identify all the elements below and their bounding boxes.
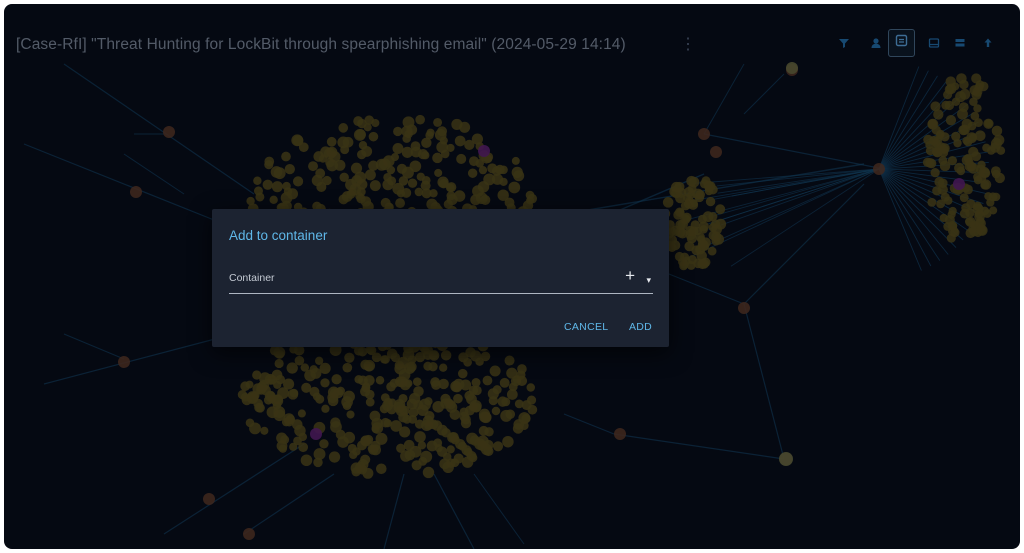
container-select-field[interactable]: Container + ▾ [229,266,653,294]
app-window: [Case-RfI] "Threat Hunting for LockBit t… [4,4,1020,549]
cancel-button[interactable]: CANCEL [564,321,608,333]
add-container-icon[interactable]: + [625,265,635,287]
dialog-title: Add to container [229,228,328,243]
container-field-label: Container [229,272,275,284]
chevron-down-icon[interactable]: ▾ [646,269,651,291]
add-button[interactable]: ADD [629,321,652,333]
add-to-container-dialog: Add to container Container + ▾ CANCEL AD… [212,209,669,347]
